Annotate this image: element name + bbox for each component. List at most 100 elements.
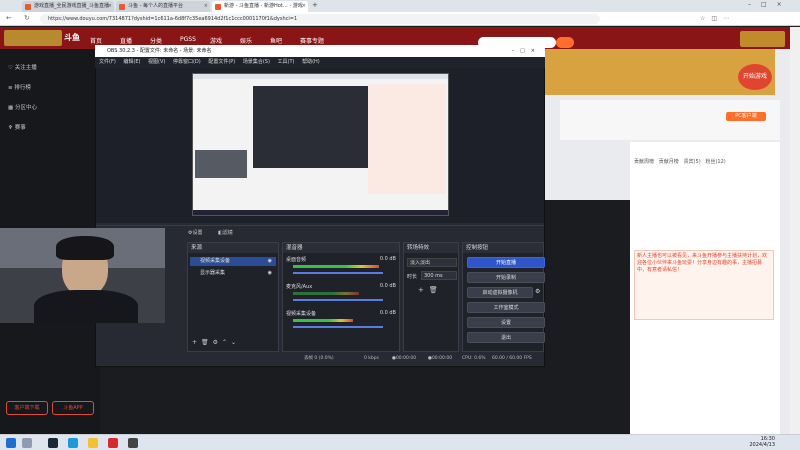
transitions-dock-title: 转场特效: [404, 243, 458, 253]
menu-docks[interactable]: 停靠窗口(D): [173, 59, 201, 65]
menu-help[interactable]: 帮助(H): [302, 59, 320, 65]
nav-link[interactable]: 娱乐: [240, 36, 252, 45]
exit-button[interactable]: 退出: [467, 332, 545, 343]
mixer-channel-level: 0.0 dB: [379, 256, 396, 262]
mixer-channel-name: 麦克风/Aux: [286, 284, 313, 290]
pc-client-button[interactable]: PC客户端: [726, 112, 766, 121]
duration-input[interactable]: 300 ms: [421, 271, 457, 280]
transition-select[interactable]: 淡入淡出: [407, 258, 457, 267]
nav-link[interactable]: 游戏: [210, 36, 222, 45]
sources-dock: 来源 视频采集设备 ◉ 显示器采集 ◉ +🗑⚙⌃⌄: [187, 242, 279, 352]
sidebar-item-category[interactable]: ▦ 分区中心: [8, 103, 37, 111]
sidebar-item-label: 关注主播: [14, 65, 37, 71]
menu-edit[interactable]: 编辑(E): [123, 59, 140, 65]
transition-toolbar[interactable]: +🗑: [418, 286, 443, 294]
live-timer: ●00:00:00: [392, 353, 416, 365]
browser-tab-bar: 游戏直播_全民游戏直播_斗鱼直播 × 斗鱼 - 每个人的直播平台 × 新游 - 斗鱼…: [0, 0, 800, 12]
douyu-favicon-icon: [25, 4, 31, 10]
source-item-video[interactable]: 视频采集设备 ◉: [190, 257, 276, 266]
heart-icon: ♡: [8, 65, 15, 71]
nav-link[interactable]: 分类: [150, 36, 162, 45]
virtual-camera-button[interactable]: 启动虚拟摄像机: [467, 287, 533, 298]
windows-taskbar: 16:30 2024/4/13: [0, 434, 800, 450]
clock[interactable]: 16:30 2024/4/13: [745, 436, 775, 448]
duration-label: 时长: [407, 274, 418, 280]
refresh-icon[interactable]: ↻: [24, 14, 30, 22]
source-item-display[interactable]: 显示器采集 ◉: [190, 269, 276, 278]
menu-profile[interactable]: 配置文件(P): [208, 59, 235, 65]
eye-icon[interactable]: ◉: [268, 269, 272, 278]
download-client-button[interactable]: 客户端下载: [6, 401, 48, 415]
sources-toolbar[interactable]: +🗑⚙⌃⌄: [192, 339, 240, 346]
nav-link[interactable]: 直播: [120, 36, 132, 45]
close-icon[interactable]: ×: [302, 1, 306, 12]
menu-scene-collection[interactable]: 场景集合(S): [243, 59, 270, 65]
page-scrollbar[interactable]: [790, 27, 800, 434]
tab-fans[interactable]: 粉丝(12): [705, 159, 725, 165]
start-streaming-button[interactable]: 开始直播: [467, 257, 545, 268]
obs-taskbar-icon[interactable]: [128, 438, 138, 448]
app-icon[interactable]: [108, 438, 118, 448]
preview-webcam: [195, 150, 247, 178]
nav-link[interactable]: 首页: [90, 36, 102, 45]
preview-nested-obs: [253, 86, 373, 168]
sources-dock-title: 来源: [188, 243, 278, 253]
mixer-dock-title: 混音器: [283, 243, 399, 253]
start-recording-button[interactable]: 开始录制: [467, 272, 545, 283]
nav-link[interactable]: 赛事专题: [300, 36, 324, 45]
site-logo[interactable]: 斗鱼: [64, 32, 80, 43]
browser-tab[interactable]: 斗鱼 - 每个人的直播平台 ×: [116, 1, 210, 12]
sidebar-item-events[interactable]: ♆ 赛事: [8, 123, 26, 131]
volume-slider[interactable]: [293, 299, 383, 301]
browser-tab[interactable]: 游戏直播_全民游戏直播_斗鱼直播 ×: [22, 1, 114, 12]
mixer-channel-name: 视频采集设备: [286, 311, 317, 317]
filters-label: 滤镜: [222, 230, 233, 236]
start-icon[interactable]: [6, 438, 16, 448]
filters-link[interactable]: ◧滤镜: [218, 229, 233, 236]
tab-vip[interactable]: 贵宾(5): [684, 159, 701, 165]
close-icon[interactable]: ×: [204, 1, 208, 12]
steam-icon[interactable]: [48, 438, 58, 448]
app-button[interactable]: 斗鱼APP: [52, 401, 94, 415]
preview-page-content: [368, 84, 446, 194]
sidebar-item-label: 分区中心: [14, 105, 37, 111]
chrome-icon[interactable]: [88, 438, 98, 448]
sidebar-item-follow[interactable]: ♡ 关注主播: [8, 63, 37, 71]
promo-banner-right[interactable]: [740, 31, 785, 47]
menu-file[interactable]: 文件(F): [99, 59, 116, 65]
window-controls[interactable]: –□×: [748, 1, 792, 8]
back-icon[interactable]: ←: [6, 14, 12, 22]
eye-icon[interactable]: ◉: [268, 257, 272, 266]
studio-mode-button[interactable]: 工作室模式: [467, 302, 545, 313]
edge-icon[interactable]: [68, 438, 78, 448]
obs-preview-canvas[interactable]: [192, 73, 449, 216]
volume-slider[interactable]: [293, 272, 383, 274]
search-icon[interactable]: [22, 438, 32, 448]
settings-button[interactable]: 设置: [467, 317, 545, 328]
sidebar-item-rank[interactable]: ≡ 排行榜: [8, 83, 31, 91]
tab-weekly[interactable]: 贡献周榜: [634, 159, 654, 165]
search-button[interactable]: [556, 37, 574, 48]
promo-banner-left[interactable]: [4, 30, 62, 46]
notice-box: 新人主播也可以被看见，来斗鱼开播参与主播扶持计划，欢迎各位小伙伴来斗鱼玩耍！分享…: [634, 250, 774, 320]
toolbar-icons[interactable]: ☆◫⋯: [700, 15, 790, 23]
person-shirt: [34, 290, 138, 323]
nav-link[interactable]: PGSS: [180, 36, 196, 43]
right-panel: 贡献周榜 贡献月榜 贵宾(5) 粉丝(12) 新人主播也可以被看见，来斗鱼开播参…: [630, 142, 780, 434]
nav-link[interactable]: 鱼吧: [270, 36, 282, 45]
bitrate: 0 kbps: [364, 356, 379, 361]
gear-icon[interactable]: ⚙: [535, 288, 540, 295]
start-game-button[interactable]: 开始游戏: [738, 64, 772, 90]
menu-view[interactable]: 视图(V): [148, 59, 165, 65]
tab-monthly[interactable]: 贡献月榜: [659, 159, 679, 165]
settings-link[interactable]: ⚙设置: [188, 229, 203, 236]
url-field[interactable]: https://www.douyu.com/7314871?dyshid=1c6…: [40, 14, 600, 24]
close-icon[interactable]: ×: [108, 1, 112, 12]
new-tab-icon[interactable]: +: [312, 1, 318, 9]
menu-tools[interactable]: 工具(T): [278, 59, 295, 65]
browser-tab-active[interactable]: 新游 - 斗鱼直播 - 新游Hot… - 游戏 ×: [212, 1, 308, 12]
obs-window-controls[interactable]: –□×: [512, 45, 541, 57]
sidebar-item-label: 排行榜: [14, 85, 31, 91]
volume-slider[interactable]: [293, 326, 383, 328]
rank-tabs[interactable]: 贡献周榜 贡献月榜 贵宾(5) 粉丝(12): [634, 158, 776, 168]
